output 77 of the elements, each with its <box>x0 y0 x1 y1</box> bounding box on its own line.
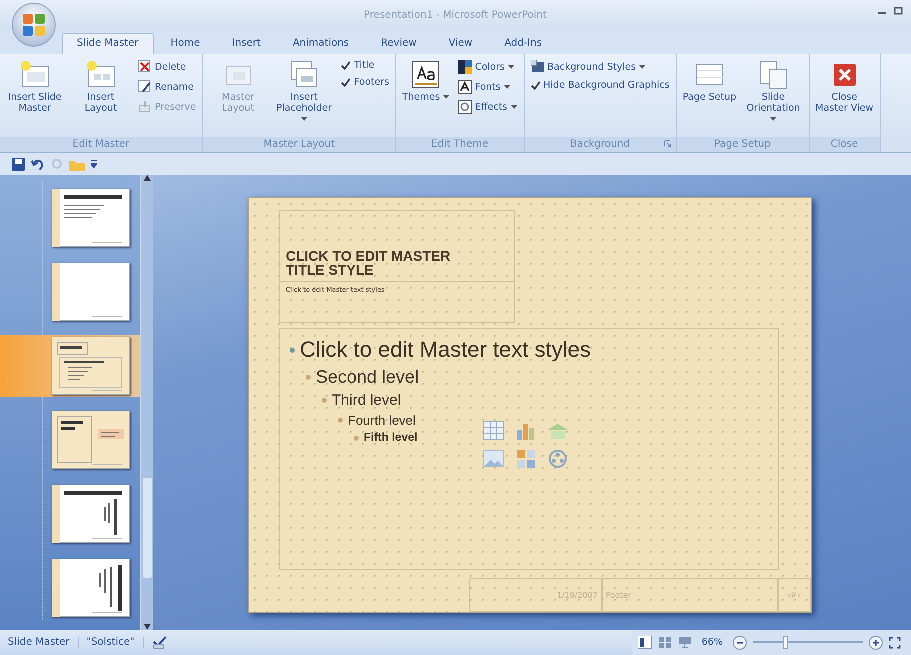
film-reel-icon <box>546 448 570 470</box>
zoom-level[interactable]: 66% <box>702 637 723 648</box>
ribbon-button[interactable]: Themes <box>400 57 452 106</box>
window-title: Presentation1 - Microsoft PowerPoint <box>364 10 547 20</box>
office-logo <box>21 12 47 38</box>
ribbon-tab[interactable]: Add-Ins <box>490 33 558 54</box>
status-text: "Solstice" <box>78 637 144 648</box>
bullet-icon <box>322 398 327 403</box>
status-text: Slide Master <box>0 637 79 648</box>
spell-check-icon[interactable] <box>152 636 168 650</box>
group-label: Background <box>570 139 630 150</box>
ribbon-button[interactable]: Background Styles <box>528 59 672 75</box>
effects-icon <box>458 100 472 114</box>
checkmark-icon <box>341 78 352 88</box>
customize-icon[interactable] <box>91 159 97 169</box>
title-placeholder[interactable]: CLICK TO EDIT MASTER TITLE STYLE <box>279 210 515 282</box>
rename-icon <box>138 80 152 94</box>
ribbon-button[interactable]: Fonts <box>456 79 520 95</box>
fonts-icon <box>458 80 472 94</box>
ribbon-button[interactable]: Slide Orientation <box>742 57 805 128</box>
group-label: Close <box>830 139 858 150</box>
checkmark-icon <box>530 80 541 90</box>
body-text: Fifth level <box>364 432 418 444</box>
ribbon-tab[interactable]: Home <box>156 33 216 54</box>
bullet-icon <box>354 436 359 440</box>
table-icon <box>482 420 506 442</box>
ribbon-button[interactable]: Insert Slide Master <box>4 57 66 117</box>
ribbon-tab[interactable]: Animations <box>278 33 364 54</box>
ribbon-button[interactable]: Page Setup <box>680 57 739 106</box>
ribbon-checkbox[interactable]: Hide Background Graphics <box>528 79 672 92</box>
fit-window-icon[interactable] <box>889 636 901 648</box>
body-text: Second level <box>316 367 420 388</box>
background-styles-icon <box>530 60 545 74</box>
ribbon-button[interactable]: Colors <box>456 59 520 75</box>
image-icon <box>482 448 506 470</box>
content-placeholder[interactable]: Click to edit Master text styles Second level Third level Fourth level Fifth level <box>279 328 779 570</box>
group-label: Edit Theme <box>431 139 489 150</box>
checkmark-icon <box>341 60 352 70</box>
ribbon-tab[interactable]: Review <box>366 33 432 54</box>
bullet-icon <box>306 375 311 380</box>
bullet-icon <box>290 348 295 352</box>
zoom-out-button[interactable] <box>733 636 747 650</box>
group-label: Master Layout <box>264 139 336 150</box>
themes-icon <box>410 59 442 91</box>
delete-icon <box>138 60 152 74</box>
slide-thumbnail[interactable] <box>0 335 140 397</box>
body-text: Click to edit Master text styles <box>300 337 591 363</box>
zoom-in-button[interactable] <box>869 636 883 650</box>
restore-icon[interactable] <box>893 6 903 16</box>
group-label: Page Setup <box>714 139 771 150</box>
ribbon-button[interactable]: Close Master View <box>814 57 876 117</box>
zoom-slider-thumb[interactable] <box>783 636 788 649</box>
scrollbar[interactable] <box>140 175 153 630</box>
body-text: Fourth level <box>348 413 416 428</box>
undo-icon[interactable] <box>31 158 45 170</box>
ribbon-checkbox[interactable]: Footers <box>339 76 392 89</box>
ribbon-tab[interactable]: Insert <box>217 33 276 54</box>
ribbon-button[interactable]: Insert Layout <box>70 57 132 117</box>
group-label: Edit Master <box>72 139 130 150</box>
ribbon-checkbox[interactable]: Title <box>339 59 392 72</box>
clip-art-icon <box>514 448 538 470</box>
plus-icon <box>872 638 880 646</box>
scroll-thumb[interactable] <box>142 478 152 578</box>
ribbon-button[interactable]: Effects <box>456 99 520 115</box>
body-text: Third level <box>332 392 402 409</box>
bullet-icon <box>338 418 343 423</box>
orientation-icon <box>758 59 790 91</box>
pin-icon <box>138 100 152 114</box>
ribbon-button[interactable]: Delete <box>136 59 198 75</box>
ribbon-tab[interactable]: Slide Master <box>62 33 154 54</box>
save-icon[interactable] <box>12 158 25 170</box>
ribbon-tab[interactable]: View <box>434 33 488 54</box>
colors-icon <box>458 60 472 74</box>
ribbon-button[interactable]: Insert Placeholder <box>273 57 336 128</box>
dialog-launcher-icon[interactable] <box>664 140 672 148</box>
normal-view-icon[interactable] <box>638 636 652 649</box>
ribbon-button[interactable]: Rename <box>136 79 198 95</box>
